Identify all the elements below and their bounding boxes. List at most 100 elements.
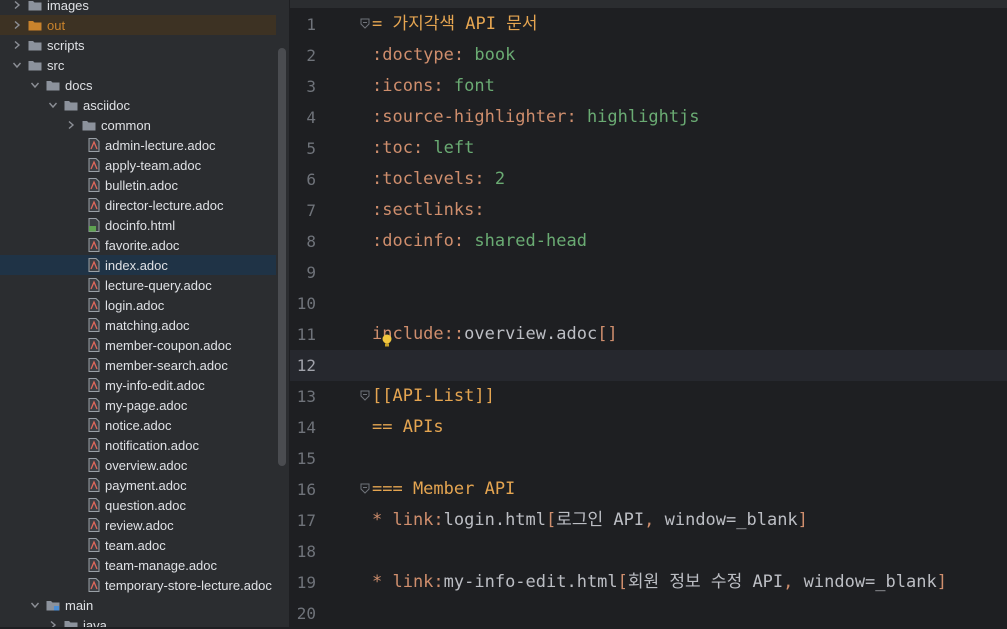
line-number: 5 (306, 139, 316, 158)
tree-item-member-search-adoc[interactable]: member-search.adoc (0, 355, 276, 375)
tree-item-favorite-adoc[interactable]: favorite.adoc (0, 235, 276, 255)
chevron-down-icon[interactable] (48, 100, 58, 110)
code-line[interactable]: 6:toclevels: 2 (290, 164, 1007, 195)
code-token: :doctype: (372, 45, 465, 65)
tree-item-notification-adoc[interactable]: notification.adoc (0, 435, 276, 455)
code-text: * link:my-info-edit.html[회원 정보 수정 API, w… (372, 567, 947, 598)
tree-item-team-manage-adoc[interactable]: team-manage.adoc (0, 555, 276, 575)
tree-item-team-adoc[interactable]: team.adoc (0, 535, 276, 555)
tree-item-label: out (47, 17, 66, 33)
tree-item-images[interactable]: images (0, 0, 276, 15)
code-editor[interactable]: 1 = 가지각색 API 문서 2:doctype: book 3:icons: fo… (290, 0, 1007, 627)
code-line[interactable]: 19 * link:my-info-edit.html[회원 정보 수정 API,… (290, 567, 1007, 598)
tree-item-common[interactable]: common (0, 115, 276, 135)
tree-item-my-info-edit-adoc[interactable]: my-info-edit.adoc (0, 375, 276, 395)
tree-item-docinfo-html[interactable]: docinfo.html (0, 215, 276, 235)
code-line[interactable]: 5:toc: left (290, 133, 1007, 164)
tree-item-label: bulletin.adoc (105, 177, 178, 193)
asciidoc-file-icon (88, 278, 100, 292)
tree-item-scripts[interactable]: scripts (0, 35, 276, 55)
tree-item-label: index.adoc (105, 257, 168, 273)
tree-item-label: team-manage.adoc (105, 557, 218, 573)
tree-item-index-adoc[interactable]: index.adoc (0, 255, 276, 275)
code-token: 회원 정보 수정 API (627, 572, 784, 592)
project-tree-scrollbar[interactable] (278, 48, 286, 466)
lightbulb-icon[interactable] (381, 333, 393, 347)
tree-item-java[interactable]: java (0, 615, 276, 627)
chevron-right-icon[interactable] (12, 0, 22, 10)
fold-marker-icon[interactable] (360, 18, 370, 30)
code-line[interactable]: 13 [[API-List]] (290, 381, 1007, 412)
tree-item-label: overview.adoc (105, 457, 188, 473)
tree-item-docs[interactable]: docs (0, 75, 276, 95)
tree-item-login-adoc[interactable]: login.adoc (0, 295, 276, 315)
tree-item-notice-adoc[interactable]: notice.adoc (0, 415, 276, 435)
fold-marker-icon[interactable] (360, 483, 370, 495)
project-tree-panel: images out scripts src docs asciidoc common adm… (0, 0, 289, 627)
code-line[interactable]: 4:source-highlighter: highlightjs (290, 102, 1007, 133)
code-text: :doctype: book (372, 40, 515, 71)
code-line[interactable]: 7:sectlinks: (290, 195, 1007, 226)
tree-item-matching-adoc[interactable]: matching.adoc (0, 315, 276, 335)
tree-item-admin-lecture-adoc[interactable]: admin-lecture.adoc (0, 135, 276, 155)
chevron-down-icon[interactable] (30, 600, 40, 610)
tree-item-payment-adoc[interactable]: payment.adoc (0, 475, 276, 495)
code-line[interactable]: 17 * link:login.html[로그인 API, window=_bla… (290, 505, 1007, 536)
fold-marker-icon[interactable] (360, 390, 370, 402)
chevron-right-icon[interactable] (12, 40, 22, 50)
tree-item-question-adoc[interactable]: question.adoc (0, 495, 276, 515)
tree-item-director-lecture-adoc[interactable]: director-lecture.adoc (0, 195, 276, 215)
code-text: :toclevels: 2 (372, 164, 505, 195)
code-line[interactable]: 10 (290, 288, 1007, 319)
tree-item-temporary-store-lecture-adoc[interactable]: temporary-store-lecture.adoc (0, 575, 276, 595)
asciidoc-file-icon (88, 318, 100, 332)
tree-item-member-coupon-adoc[interactable]: member-coupon.adoc (0, 335, 276, 355)
asciidoc-file-icon (88, 338, 100, 352)
code-line[interactable]: 1 = 가지각색 API 문서 (290, 9, 1007, 40)
tree-item-lecture-query-adoc[interactable]: lecture-query.adoc (0, 275, 276, 295)
tree-item-main[interactable]: main (0, 595, 276, 615)
asciidoc-file-icon (88, 518, 100, 532)
chevron-down-icon[interactable] (12, 60, 22, 70)
code-token: [ (546, 510, 557, 530)
line-number: 9 (306, 263, 316, 282)
folder-icon (82, 120, 96, 131)
tree-item-label: login.adoc (105, 297, 165, 313)
code-token: overview.adoc (464, 324, 598, 344)
code-line[interactable]: 20 (290, 598, 1007, 629)
chevron-right-icon[interactable] (12, 20, 22, 30)
code-line[interactable]: 2:doctype: book (290, 40, 1007, 71)
tree-item-asciidoc[interactable]: asciidoc (0, 95, 276, 115)
tree-item-apply-team-adoc[interactable]: apply-team.adoc (0, 155, 276, 175)
asciidoc-file-icon (88, 418, 100, 432)
tree-item-label: apply-team.adoc (105, 157, 202, 173)
asciidoc-file-icon (88, 458, 100, 472)
code-line[interactable]: 3:icons: font (290, 71, 1007, 102)
tree-item-out[interactable]: out (0, 15, 276, 35)
asciidoc-file-icon (88, 478, 100, 492)
tree-item-label: member-search.adoc (105, 357, 228, 373)
chevron-right-icon[interactable] (66, 120, 76, 130)
code-line[interactable]: 11 include::overview.adoc[] (290, 319, 1007, 350)
code-line[interactable]: 9 (290, 257, 1007, 288)
tree-item-review-adoc[interactable]: review.adoc (0, 515, 276, 535)
code-line[interactable]: 8:docinfo: shared-head (290, 226, 1007, 257)
asciidoc-file-icon (88, 138, 100, 152)
code-line[interactable]: 16 === Member API (290, 474, 1007, 505)
tree-item-src[interactable]: src (0, 55, 276, 75)
code-text: [[API-List]] (372, 381, 495, 412)
tree-item-bulletin-adoc[interactable]: bulletin.adoc (0, 175, 276, 195)
chevron-right-icon[interactable] (48, 620, 58, 627)
code-line[interactable]: 18 (290, 536, 1007, 567)
tree-item-overview-adoc[interactable]: overview.adoc (0, 455, 276, 475)
tree-item-label: temporary-store-lecture.adoc (105, 577, 272, 593)
code-line[interactable]: 15 (290, 443, 1007, 474)
code-token: = 가지각색 API 문서 (372, 14, 538, 34)
tree-item-my-page-adoc[interactable]: my-page.adoc (0, 395, 276, 415)
code-line[interactable]: 12 (290, 350, 1007, 381)
line-number: 18 (296, 542, 316, 561)
asciidoc-file-icon (88, 378, 100, 392)
asciidoc-file-icon (88, 578, 100, 592)
chevron-down-icon[interactable] (30, 80, 40, 90)
code-line[interactable]: 14 == APIs (290, 412, 1007, 443)
